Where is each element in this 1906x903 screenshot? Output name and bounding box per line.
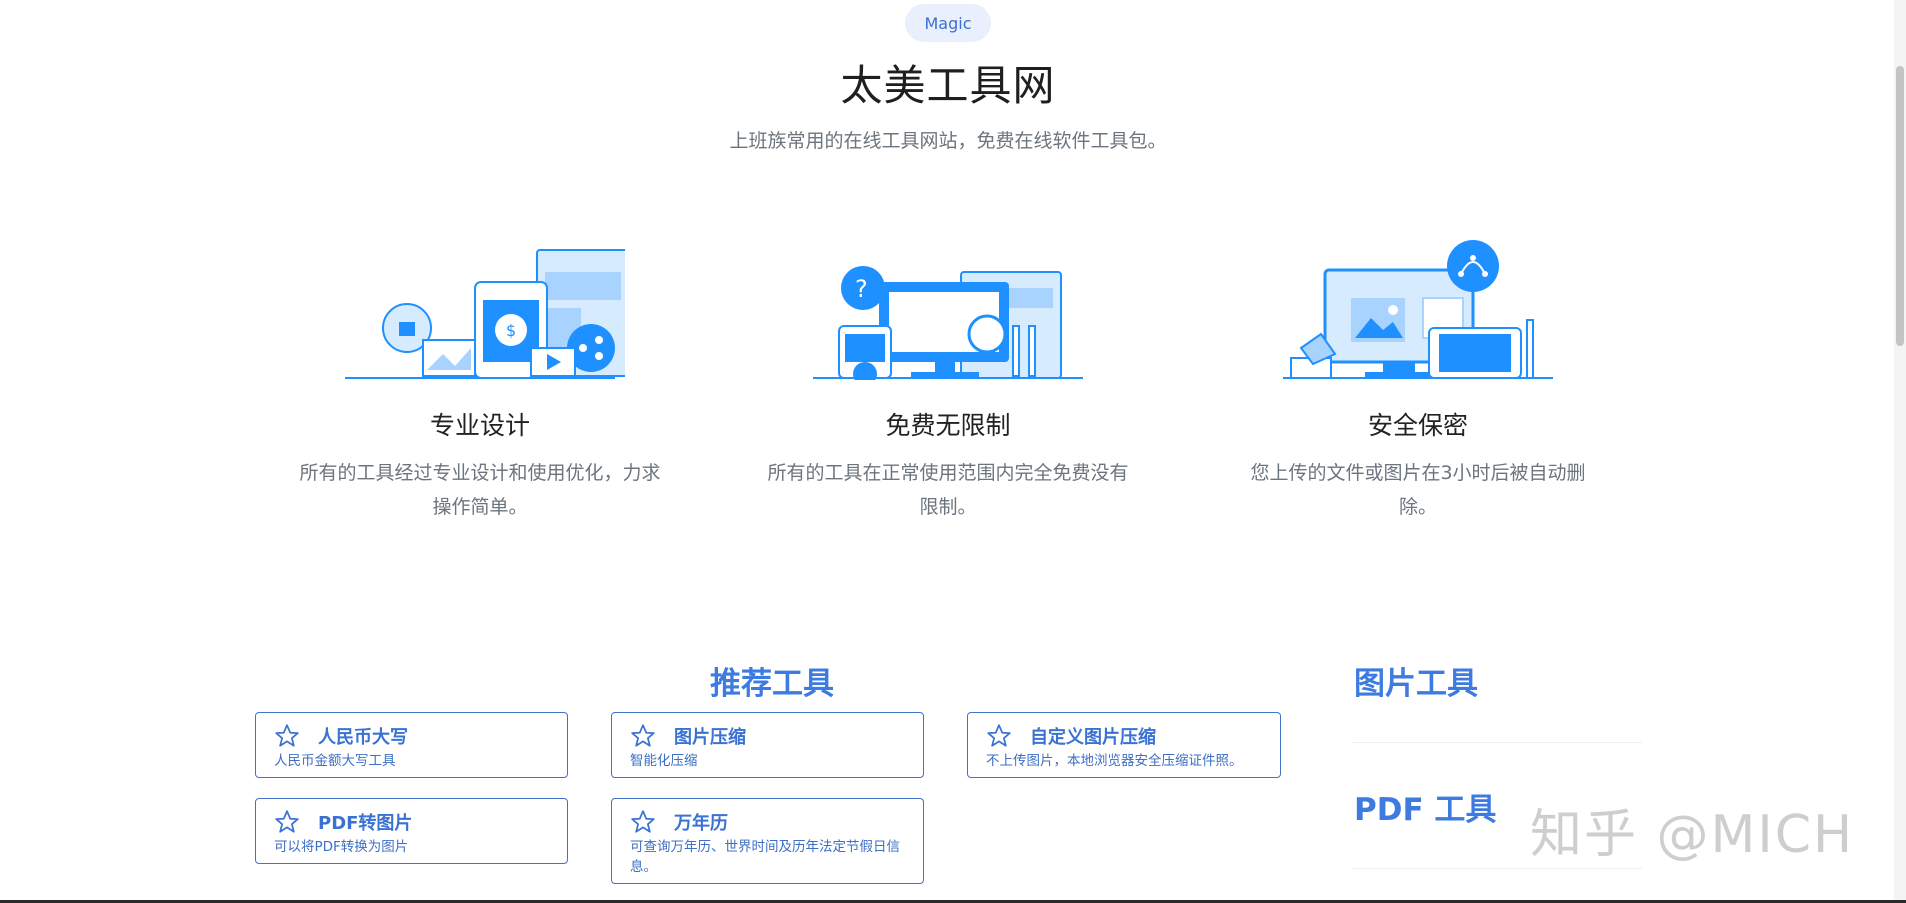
star-icon[interactable] [630, 723, 656, 749]
category-image-tools[interactable]: 图片工具 [1354, 658, 1478, 703]
feature-title: 免费无限制 [885, 411, 1011, 440]
magic-badge: Magic [905, 4, 991, 42]
star-icon[interactable] [630, 809, 656, 835]
feature-desc: 所有的工具经过专业设计和使用优化，力求操作简单。 [299, 462, 661, 518]
tool-card-image-compress[interactable]: 图片压缩 智能化压缩 [611, 712, 924, 778]
page-title: 太美工具网 [840, 61, 1056, 110]
tool-name: 万年历 [674, 813, 728, 834]
tool-name: 人民币大写 [318, 727, 408, 748]
tool-card-calendar[interactable]: 万年历 可查询万年历、世界时间及历年法定节假日信息。 [611, 798, 924, 884]
tool-desc: 不上传图片，本地浏览器安全压缩证件照。 [986, 753, 1243, 769]
tool-name: 图片压缩 [674, 727, 746, 748]
tool-card-custom-compress[interactable]: 自定义图片压缩 不上传图片，本地浏览器安全压缩证件照。 [967, 712, 1281, 778]
tool-desc: 人民币金额大写工具 [274, 753, 396, 769]
feature-free: ? 免费无限制 所有的工具在正常使用范围内完全免费没有限制。 [758, 230, 1138, 524]
divider [1352, 742, 1642, 743]
tool-desc: 可查询万年历、世界时间及历年法定节假日信息。 [630, 839, 900, 875]
feature-design: $ 专业设计 所有的工具经过专业设计和使用优化，力求操作简单。 [290, 230, 670, 524]
tool-desc: 智能化压缩 [630, 753, 698, 769]
watermark: 知乎 @MICH [1530, 805, 1855, 865]
tool-name: 自定义图片压缩 [1030, 727, 1156, 748]
feature-secure: 安全保密 您上传的文件或图片在3小时后被自动删除。 [1228, 230, 1608, 524]
feature-title: 专业设计 [429, 411, 530, 440]
divider [1352, 868, 1642, 869]
page-subtitle: 上班族常用的在线工具网站，免费在线软件工具包。 [729, 130, 1167, 152]
star-icon[interactable] [274, 723, 300, 749]
tool-name: PDF转图片 [318, 813, 413, 834]
star-icon[interactable] [986, 723, 1012, 749]
feature-desc: 所有的工具在正常使用范围内完全免费没有限制。 [767, 462, 1129, 518]
design-illustration-icon: $ [345, 249, 625, 379]
recommend-title: 推荐工具 [710, 666, 834, 702]
secure-illustration-icon [1283, 240, 1553, 379]
svg-text:?: ? [855, 275, 868, 303]
star-icon[interactable] [274, 809, 300, 835]
tool-card-rmb-uppercase[interactable]: 人民币大写 人民币金额大写工具 [255, 712, 568, 778]
free-illustration-icon: ? [813, 266, 1083, 380]
feature-desc: 您上传的文件或图片在3小时后被自动删除。 [1250, 462, 1586, 518]
tool-card-pdf-to-image[interactable]: PDF转图片 可以将PDF转换为图片 [255, 798, 568, 864]
feature-title: 安全保密 [1367, 411, 1468, 440]
category-pdf-tools[interactable]: PDF 工具 [1354, 784, 1496, 829]
scrollbar-thumb[interactable] [1896, 66, 1904, 346]
svg-text:$: $ [506, 321, 516, 340]
tool-desc: 可以将PDF转换为图片 [274, 839, 409, 855]
